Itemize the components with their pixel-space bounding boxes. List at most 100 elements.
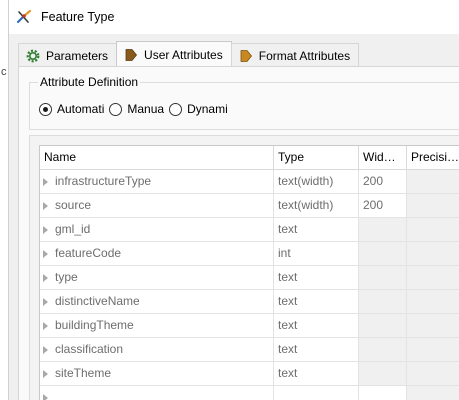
cell-name-text: buildingTheme bbox=[55, 318, 134, 332]
cell-width[interactable] bbox=[359, 314, 407, 338]
tab-user-attributes-label: User Attributes bbox=[144, 47, 223, 62]
tab-user-attributes[interactable]: User Attributes bbox=[116, 41, 232, 67]
cell-name[interactable]: source bbox=[40, 194, 274, 218]
cell-type[interactable]: text(width) bbox=[274, 194, 359, 218]
tab-format-attributes-label: Format Attributes bbox=[258, 48, 351, 63]
cell-width[interactable] bbox=[359, 290, 407, 314]
column-header-name[interactable]: Name bbox=[40, 146, 274, 170]
cell-width[interactable] bbox=[359, 362, 407, 386]
cell-precision bbox=[407, 170, 459, 194]
fme-app-icon bbox=[16, 9, 32, 24]
tab-format-attributes[interactable]: Format Attributes bbox=[230, 43, 360, 67]
cell-name[interactable]: infrastructureType bbox=[40, 170, 274, 194]
cell-name[interactable]: buildingTheme bbox=[40, 314, 274, 338]
cell-type[interactable]: text bbox=[274, 314, 359, 338]
cell-precision bbox=[407, 266, 459, 290]
expand-arrow-icon[interactable] bbox=[43, 225, 48, 234]
table-row[interactable]: gml_id text bbox=[40, 218, 459, 242]
radio-dynamic-label[interactable]: Dynami bbox=[187, 102, 228, 116]
title-bar[interactable]: Feature Type bbox=[9, 0, 459, 34]
feature-type-dialog: c Feature Type Parameters User Attribute… bbox=[0, 0, 459, 400]
expand-arrow-icon[interactable] bbox=[43, 249, 48, 258]
cell-width[interactable] bbox=[359, 218, 407, 242]
cell-precision bbox=[407, 290, 459, 314]
cell-type[interactable]: int bbox=[274, 242, 359, 266]
cell-name[interactable]: gml_id bbox=[40, 218, 274, 242]
cell-name[interactable]: type bbox=[40, 266, 274, 290]
cell-name-text: featureCode bbox=[55, 246, 122, 260]
cell-name-text: infrastructureType bbox=[55, 174, 152, 188]
expand-arrow-icon[interactable] bbox=[43, 177, 48, 186]
table-row[interactable]: featureCode int bbox=[40, 242, 459, 266]
attribute-definition-group: Attribute Definition Automati Manua Dyna… bbox=[29, 75, 459, 130]
radio-manual-circle[interactable] bbox=[109, 102, 123, 116]
cell-width[interactable] bbox=[359, 386, 407, 400]
cell-type[interactable]: text bbox=[274, 218, 359, 242]
cell-name-text: source bbox=[55, 198, 92, 212]
expand-arrow-icon[interactable] bbox=[43, 345, 48, 354]
tab-parameters-label: Parameters bbox=[46, 48, 109, 63]
attribute-arrow-icon bbox=[240, 49, 252, 62]
cell-precision bbox=[407, 362, 459, 386]
cell-width[interactable]: 200 bbox=[359, 194, 407, 218]
cell-name-text: distinctiveName bbox=[55, 294, 140, 308]
table-row[interactable]: infrastructureType text(width) 200 bbox=[40, 170, 459, 194]
expand-arrow-icon[interactable] bbox=[43, 369, 48, 378]
cell-width[interactable] bbox=[359, 266, 407, 290]
cell-name-text: type bbox=[55, 270, 78, 284]
cell-type[interactable]: text bbox=[274, 290, 359, 314]
cell-type[interactable] bbox=[274, 386, 359, 400]
attribute-definition-legend: Attribute Definition bbox=[38, 75, 141, 89]
cell-precision bbox=[407, 314, 459, 338]
radio-dynamic-circle[interactable] bbox=[169, 102, 183, 116]
radio-manual[interactable]: Manua bbox=[109, 102, 164, 116]
radio-automatic-label[interactable]: Automati bbox=[57, 102, 104, 116]
column-header-width[interactable]: Wid… bbox=[359, 146, 407, 170]
radio-automatic-circle[interactable] bbox=[39, 102, 52, 116]
cell-name[interactable]: distinctiveName bbox=[40, 290, 274, 314]
cell-precision bbox=[407, 242, 459, 266]
table-row[interactable]: buildingTheme text bbox=[40, 314, 459, 338]
cell-precision bbox=[407, 194, 459, 218]
table-row[interactable]: siteTheme text bbox=[40, 362, 459, 386]
expand-arrow-icon[interactable] bbox=[43, 297, 48, 306]
cell-name[interactable]: classification bbox=[40, 338, 274, 362]
background-window-strip: c bbox=[0, 0, 9, 400]
expand-arrow-icon[interactable] bbox=[43, 321, 48, 330]
tab-bar: Parameters User Attributes Format Attrib… bbox=[18, 41, 360, 67]
cell-name-text: siteTheme bbox=[55, 366, 112, 380]
cell-precision bbox=[407, 338, 459, 362]
attribute-definition-options: Automati Manua Dynami bbox=[39, 102, 233, 116]
background-text-fragment: c bbox=[1, 66, 7, 78]
attribute-arrow-icon bbox=[125, 48, 138, 61]
column-header-precision[interactable]: Precisi… bbox=[407, 146, 459, 170]
cell-name[interactable]: siteTheme bbox=[40, 362, 274, 386]
table-row[interactable]: type text bbox=[40, 266, 459, 290]
expand-arrow-icon[interactable] bbox=[43, 393, 48, 400]
cell-name-text: gml_id bbox=[55, 222, 91, 236]
tab-parameters[interactable]: Parameters bbox=[18, 43, 118, 67]
window-title: Feature Type bbox=[41, 10, 115, 24]
cell-type[interactable]: text bbox=[274, 362, 359, 386]
cell-type[interactable]: text bbox=[274, 338, 359, 362]
expand-arrow-icon[interactable] bbox=[43, 201, 48, 210]
table-row[interactable]: distinctiveName text bbox=[40, 290, 459, 314]
cell-name[interactable]: featureCode bbox=[40, 242, 274, 266]
cell-width[interactable] bbox=[359, 338, 407, 362]
cell-type[interactable]: text bbox=[274, 266, 359, 290]
column-header-type[interactable]: Type bbox=[274, 146, 359, 170]
attributes-table[interactable]: Name Type Wid… Precisi… infrastructureTy… bbox=[39, 145, 459, 400]
cell-precision bbox=[407, 386, 459, 400]
cell-name[interactable] bbox=[40, 386, 274, 400]
table-row[interactable]: classification text bbox=[40, 338, 459, 362]
radio-dynamic[interactable]: Dynami bbox=[169, 102, 228, 116]
cell-width[interactable]: 200 bbox=[359, 170, 407, 194]
expand-arrow-icon[interactable] bbox=[43, 273, 48, 282]
radio-automatic[interactable]: Automati bbox=[39, 102, 104, 116]
radio-manual-label[interactable]: Manua bbox=[127, 102, 164, 116]
table-row[interactable] bbox=[40, 386, 459, 400]
table-row[interactable]: source text(width) 200 bbox=[40, 194, 459, 218]
cell-type[interactable]: text(width) bbox=[274, 170, 359, 194]
cell-name-text: classification bbox=[55, 342, 124, 356]
cell-width[interactable] bbox=[359, 242, 407, 266]
